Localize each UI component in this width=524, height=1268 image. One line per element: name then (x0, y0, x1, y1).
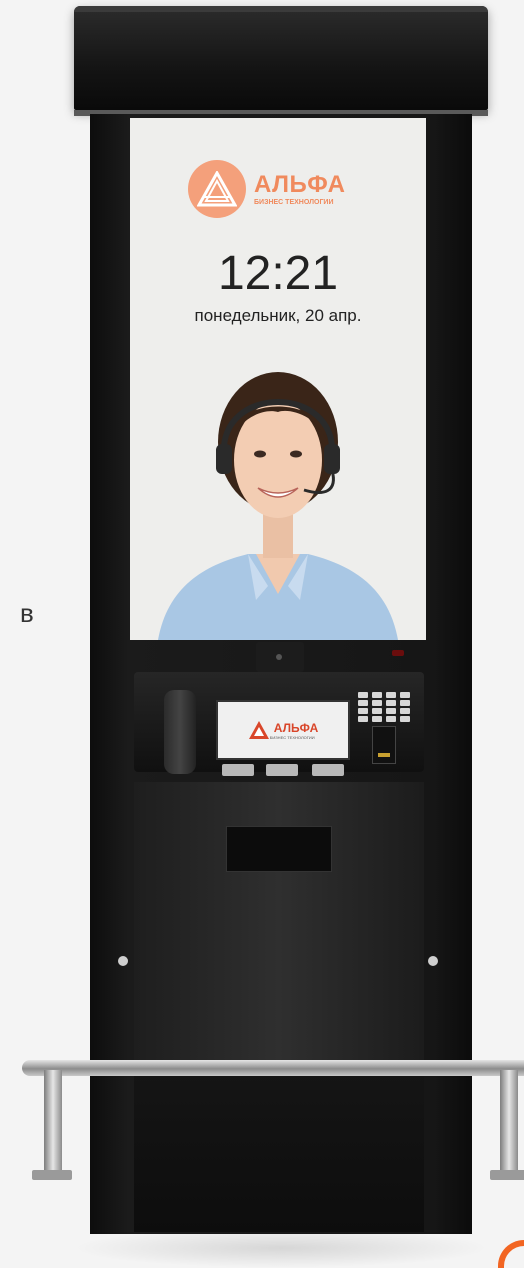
kiosk-screen[interactable]: АЛЬФА БИЗНЕС ТЕХНОЛОГИИ 12:21 понедельни… (130, 118, 426, 640)
rail-foot-left (32, 1170, 72, 1180)
alfa-logo-icon (248, 721, 269, 739)
kiosk-base (134, 1072, 424, 1232)
kiosk-device: АЛЬФА БИЗНЕС ТЕХНОЛОГИИ 12:21 понедельни… (22, 0, 524, 1268)
kiosk-canopy (74, 6, 488, 116)
operator-image (158, 372, 398, 640)
rail-post-right (500, 1070, 518, 1180)
clock-date: понедельник, 20 апр. (194, 306, 362, 325)
receipt-dispenser[interactable] (226, 826, 332, 872)
alfa-logo-icon (188, 160, 246, 218)
logo-subtitle: БИЗНЕС ТЕХНОЛОГИИ (254, 198, 334, 206)
phone-handset-icon[interactable] (164, 690, 196, 774)
keypad-icon[interactable] (356, 692, 414, 722)
floor-shadow (72, 1228, 490, 1268)
brand-logo: АЛЬФА БИЗНЕС ТЕХНОЛОГИИ (188, 160, 345, 218)
rail-foot-right (490, 1170, 524, 1180)
hardware-button-1[interactable] (222, 764, 254, 776)
console-display[interactable]: АЛЬФА БИЗНЕС ТЕХНОЛОГИИ (216, 700, 350, 760)
hardware-button-2[interactable] (266, 764, 298, 776)
bolt-left (118, 956, 128, 966)
console-logo-subtitle: БИЗНЕС ТЕХНОЛОГИИ (269, 734, 315, 740)
clock-time: 12:21 (217, 247, 339, 300)
card-reader-icon[interactable] (372, 726, 396, 764)
camera-icon (256, 642, 304, 672)
bolt-right (428, 956, 438, 966)
corner-brand-mark (498, 1240, 524, 1268)
status-led (392, 650, 404, 656)
guard-rail (22, 1060, 524, 1076)
logo-name: АЛЬФА (254, 170, 346, 198)
hardware-button-3[interactable] (312, 764, 344, 776)
side-letter: в (20, 598, 34, 628)
rail-post-left (44, 1070, 62, 1180)
console-logo-name: АЛЬФА (273, 720, 319, 735)
